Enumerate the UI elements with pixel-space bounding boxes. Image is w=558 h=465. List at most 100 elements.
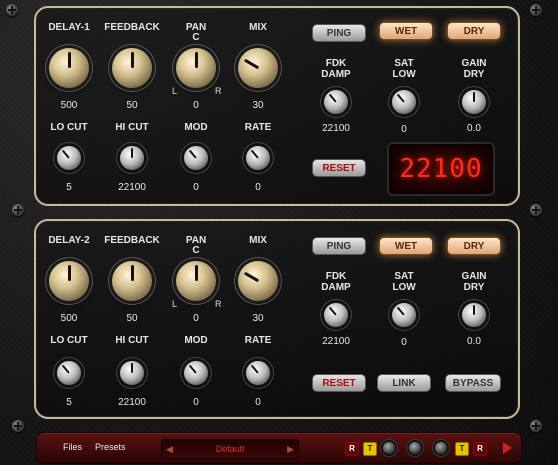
mix-knob[interactable] [238, 261, 278, 301]
rate-knob[interactable] [246, 361, 270, 385]
hi-cut-value: 22100 [118, 397, 146, 408]
fdk-label: FDK [325, 271, 347, 282]
mini-knob-1[interactable] [383, 442, 395, 454]
low-label: LOW [392, 69, 416, 80]
preset-selector[interactable]: ◀ Default ▶ [161, 439, 299, 459]
reset-button[interactable]: RESET [312, 159, 366, 177]
dry-button[interactable]: DRY [447, 22, 501, 40]
damp-label: DAMP [321, 69, 351, 80]
mod-knob[interactable] [184, 361, 208, 385]
dry-button[interactable]: DRY [447, 237, 501, 255]
mini-knob-3[interactable] [435, 442, 447, 454]
hi-cut-value: 22100 [118, 182, 146, 193]
hi-cut-knob[interactable] [120, 361, 144, 385]
lo-cut-knob[interactable] [57, 361, 81, 385]
gain-dry-knob[interactable] [462, 303, 486, 327]
delay-1-value: 500 [60, 100, 78, 111]
delay-2-label: DELAY-2 [48, 235, 90, 246]
pan-left-label: L [172, 299, 178, 309]
mod-value: 0 [193, 397, 199, 408]
pan-center-label: C [192, 32, 200, 43]
sat-low-knob[interactable] [392, 303, 416, 327]
bypass-button[interactable]: BYPASS [445, 374, 501, 392]
feedback-label: FEEDBACK [104, 235, 160, 246]
rate-knob[interactable] [246, 146, 270, 170]
next-preset-arrow-icon[interactable]: ▶ [287, 444, 294, 455]
lo-cut-label: LO CUT [50, 335, 88, 346]
rate-value: 0 [255, 397, 261, 408]
mix-label: MIX [249, 22, 267, 33]
screw-icon [6, 4, 18, 16]
gain-label: GAIN [461, 58, 487, 69]
ping-button[interactable]: PING [312, 24, 366, 42]
pan-left-label: L [172, 86, 178, 96]
preset-name: Default [215, 444, 245, 454]
delay-2-panel: DELAY-2 FEEDBACK PAN C MIX L R 500 50 0 … [34, 219, 520, 419]
record-r-toggle-2[interactable]: R [473, 442, 487, 456]
mini-knob-2[interactable] [409, 442, 421, 454]
lo-cut-label: LO CUT [50, 122, 88, 133]
mix-label: MIX [249, 235, 267, 246]
mod-label: MOD [184, 335, 208, 346]
value-display: 22100 [387, 142, 495, 196]
sat-label: SAT [394, 58, 414, 69]
fdk-damp-knob[interactable] [324, 90, 348, 114]
hi-cut-knob[interactable] [120, 146, 144, 170]
mod-label: MOD [184, 122, 208, 133]
fdk-damp-value: 22100 [322, 123, 350, 134]
delay-1-label: DELAY-1 [48, 22, 90, 33]
mix-value: 30 [252, 100, 264, 111]
record-r-toggle[interactable]: R [345, 442, 359, 456]
tempo-t-toggle-2[interactable]: T [455, 442, 469, 456]
gain-dry-value: 0.0 [467, 336, 481, 347]
pan-value: 0 [193, 313, 199, 324]
mod-value: 0 [193, 182, 199, 193]
files-menu[interactable]: Files [63, 442, 82, 452]
rate-value: 0 [255, 182, 261, 193]
tempo-t-toggle[interactable]: T [363, 442, 377, 456]
gain-dry-knob[interactable] [462, 90, 486, 114]
feedback-label: FEEDBACK [104, 22, 160, 33]
wet-button[interactable]: WET [379, 237, 433, 255]
screw-icon [530, 4, 542, 16]
sat-low-knob[interactable] [392, 90, 416, 114]
feedback-value: 50 [126, 100, 138, 111]
dry-gain-label: DRY [463, 69, 485, 80]
play-icon[interactable] [503, 442, 512, 454]
gain-label: GAIN [461, 271, 487, 282]
fdk-damp-knob[interactable] [324, 303, 348, 327]
gain-dry-value: 0.0 [467, 123, 481, 134]
fdk-label: FDK [325, 58, 347, 69]
pan-right-label: R [215, 299, 222, 309]
delay-1-knob[interactable] [49, 48, 89, 88]
delay-2-knob[interactable] [49, 261, 89, 301]
dry-gain-label: DRY [463, 282, 485, 293]
lo-cut-value: 5 [66, 397, 72, 408]
sat-label: SAT [394, 271, 414, 282]
hi-cut-label: HI CUT [115, 335, 149, 346]
pan-knob[interactable] [176, 261, 216, 301]
damp-label: DAMP [321, 282, 351, 293]
screw-icon [12, 420, 24, 432]
ping-button[interactable]: PING [312, 237, 366, 255]
rate-label: RATE [244, 335, 272, 346]
link-button[interactable]: LINK [377, 374, 431, 392]
screw-icon [530, 420, 542, 432]
pan-center-label: C [192, 245, 200, 256]
fdk-damp-value: 22100 [322, 336, 350, 347]
lo-cut-value: 5 [66, 182, 72, 193]
rate-label: RATE [244, 122, 272, 133]
pan-knob[interactable] [176, 48, 216, 88]
mod-knob[interactable] [184, 146, 208, 170]
reset-button[interactable]: RESET [312, 374, 366, 392]
bottom-toolbar: Files Presets ◀ Default ▶ R T T R [36, 432, 522, 464]
feedback-knob[interactable] [112, 261, 152, 301]
feedback-knob[interactable] [112, 48, 152, 88]
screw-icon [530, 204, 542, 216]
mix-knob[interactable] [238, 48, 278, 88]
presets-menu[interactable]: Presets [95, 442, 126, 452]
mix-value: 30 [252, 313, 264, 324]
delay-2-value: 500 [60, 313, 78, 324]
lo-cut-knob[interactable] [57, 146, 81, 170]
wet-button[interactable]: WET [379, 22, 433, 40]
